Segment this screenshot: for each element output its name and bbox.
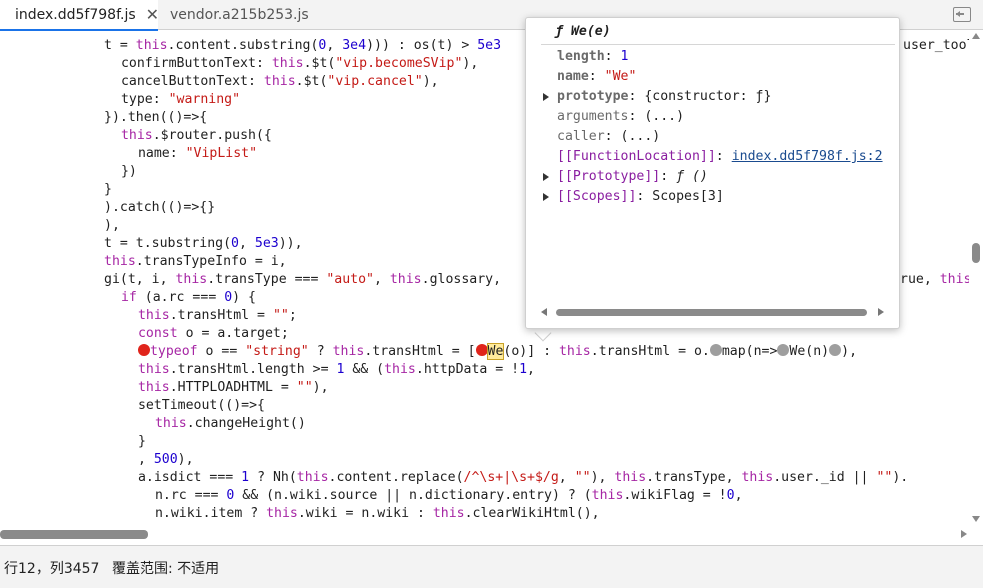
code-fragment[interactable]: user_tool <box>903 37 969 55</box>
property-key: arguments <box>557 109 629 124</box>
property-row[interactable]: [[Prototype]]: ƒ () <box>557 167 708 187</box>
scroll-up-icon[interactable] <box>972 33 980 39</box>
code-line[interactable]: ), <box>104 217 120 235</box>
status-bar: 行12，列3457 覆盖范围: 不适用 <box>0 545 983 588</box>
function-location-link[interactable]: index.dd5f798f.js:2 <box>732 149 883 164</box>
code-line[interactable]: setTimeout(()=>{ <box>138 397 265 415</box>
code-line[interactable]: } <box>138 433 146 451</box>
code-line[interactable]: this.$router.push({ <box>121 127 272 145</box>
code-line[interactable]: this.transTypeInfo = i, <box>104 253 287 271</box>
function-preview-popover: ƒ We(e) length: 1 name: "We" prototype: {co… <box>525 17 900 329</box>
code-line[interactable]: } <box>104 181 112 199</box>
popover-title: ƒ We(e) <box>555 24 611 39</box>
scroll-down-icon[interactable] <box>972 516 980 522</box>
property-key: caller <box>557 129 605 144</box>
property-row[interactable]: [[Scopes]]: Scopes[3] <box>557 187 724 207</box>
code-line[interactable]: this.HTTPLOADHTML = ""), <box>138 379 329 397</box>
code-line[interactable]: this.transHtml = ""; <box>138 307 297 325</box>
tab-vendor-js[interactable]: vendor.a215b253.js <box>170 0 309 30</box>
code-line[interactable]: t = this.content.substring(0, 3e4))) : o… <box>104 37 501 55</box>
code-line[interactable]: type: "warning" <box>121 91 240 109</box>
code-line[interactable]: typeof o == "string" ? this.transHtml = … <box>137 343 857 361</box>
code-fragment[interactable]: rue, this <box>900 271 969 289</box>
property-key: prototype <box>557 89 629 104</box>
code-line[interactable]: confirmButtonText: this.$t("vip.becomeSV… <box>121 55 478 73</box>
code-line[interactable]: n.rc === 0 && (n.wiki.source || n.dictio… <box>155 487 743 505</box>
code-line[interactable]: cancelButtonText: this.$t("vip.cancel"), <box>121 73 439 91</box>
property-key: length <box>557 49 605 64</box>
horizontal-scrollbar[interactable] <box>0 526 969 542</box>
property-row: [[FunctionLocation]]: index.dd5f798f.js:… <box>557 149 883 164</box>
toggle-sidebar-icon[interactable] <box>953 7 971 22</box>
code-line[interactable]: gi(t, i, this.transType === "auto", this… <box>104 271 501 289</box>
close-tab-icon[interactable]: ✕ <box>146 5 159 24</box>
property-value: 1 <box>620 49 629 64</box>
scroll-right-icon[interactable] <box>878 308 884 316</box>
code-line[interactable]: name: "VipList" <box>138 145 257 163</box>
popover-horizontal-scrollbar[interactable] <box>538 306 887 318</box>
scroll-left-icon[interactable] <box>541 308 547 316</box>
code-line[interactable]: , 500), <box>138 451 194 469</box>
property-key: [[Scopes]] <box>557 189 637 204</box>
property-row: arguments: (...) <box>557 109 685 124</box>
cursor-position[interactable]: 行12，列3457 <box>4 558 99 578</box>
tab-label: index.dd5f798f.js <box>15 6 136 23</box>
tab-label: vendor.a215b253.js <box>170 7 309 23</box>
property-value: ƒ () <box>676 169 708 184</box>
horizontal-scroll-thumb[interactable] <box>0 530 148 539</box>
expand-triangle-icon[interactable] <box>543 173 549 181</box>
property-row: length: 1 <box>557 49 629 64</box>
property-value: (...) <box>644 109 685 124</box>
property-key: [[Prototype]] <box>557 169 661 184</box>
function-icon: ƒ <box>555 24 563 39</box>
popover-scroll-thumb[interactable] <box>556 309 867 316</box>
popover-divider <box>541 44 895 45</box>
property-row: caller: (...) <box>557 129 661 144</box>
property-key: [[FunctionLocation]] <box>557 149 716 164</box>
code-line[interactable]: t = t.substring(0, 5e3)), <box>104 235 303 253</box>
property-value: {constructor: ƒ} <box>644 89 772 104</box>
property-row[interactable]: prototype: {constructor: ƒ} <box>557 87 771 107</box>
code-line[interactable]: n.wiki.item ? this.wiki = n.wiki : this.… <box>155 505 600 523</box>
code-line[interactable]: ).catch(()=>{} <box>104 199 215 217</box>
code-line[interactable]: this.transHtml.length >= 1 && (this.http… <box>138 361 535 379</box>
code-line[interactable]: if (a.rc === 0) { <box>121 289 256 307</box>
code-line[interactable]: }).then(()=>{ <box>104 109 207 127</box>
code-line[interactable]: }) <box>121 163 137 181</box>
function-signature: We(e) <box>570 24 611 39</box>
tab-index-js[interactable]: index.dd5f798f.js ✕ <box>0 0 159 31</box>
code-line[interactable]: this.changeHeight() <box>155 415 306 433</box>
code-line[interactable]: a.isdict === 1 ? Nh(this.content.replace… <box>138 469 908 487</box>
code-line[interactable]: const o = a.target; <box>138 325 289 343</box>
vertical-scrollbar[interactable] <box>969 31 983 526</box>
expand-triangle-icon[interactable] <box>543 193 549 201</box>
property-value: (...) <box>620 129 661 144</box>
property-key: name <box>557 69 589 84</box>
property-row: name: "We" <box>557 69 637 84</box>
expand-triangle-icon[interactable] <box>543 93 549 101</box>
coverage-status[interactable]: 覆盖范围: 不适用 <box>112 558 219 578</box>
vertical-scroll-thumb[interactable] <box>972 243 980 263</box>
property-value: "We" <box>604 69 637 84</box>
scroll-right-icon[interactable] <box>961 530 967 538</box>
property-value: Scopes[3] <box>652 189 724 204</box>
